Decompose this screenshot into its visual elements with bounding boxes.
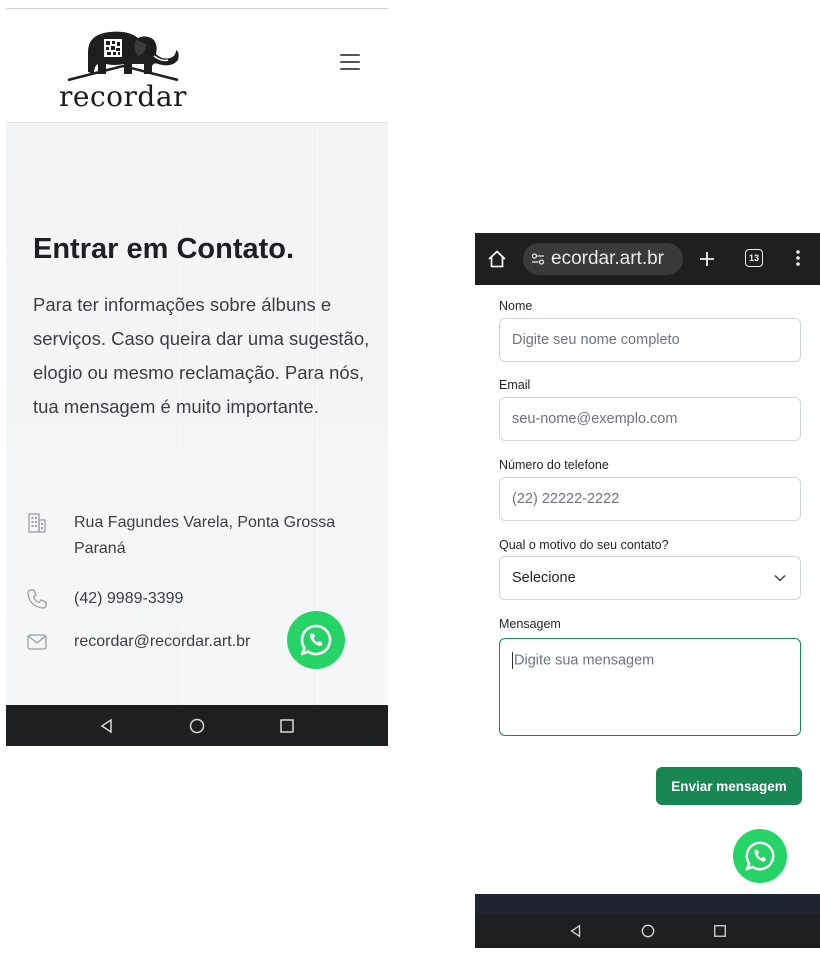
nav-back-button[interactable]	[62, 718, 152, 734]
android-nav-bar	[6, 705, 388, 746]
page-description: Para ter informações sobre álbuns e serv…	[33, 294, 370, 417]
email-input[interactable]: seu-nome@exemplo.com	[499, 397, 801, 441]
whatsapp-icon	[300, 624, 332, 656]
back-icon	[100, 718, 112, 733]
nav-recents-button[interactable]	[684, 924, 756, 938]
tab-count: 13	[748, 253, 759, 263]
reason-select[interactable]: Selecione	[499, 556, 801, 600]
phone-text: (42) 9989-3399	[74, 590, 184, 607]
name-label: Nome	[499, 299, 533, 313]
nav-recents-button[interactable]	[242, 718, 332, 734]
message-label: Mensagem	[499, 617, 561, 631]
page-title: Entrar em Contato.	[33, 233, 295, 265]
android-nav-bar	[475, 914, 820, 948]
email-placeholder: seu-nome@exemplo.com	[512, 411, 678, 427]
address-text: Rua Fagundes Varela, Ponta Grossa Paraná	[74, 514, 336, 557]
email-row[interactable]: recordar@recordar.art.br	[26, 629, 250, 655]
reason-selected: Selecione	[512, 570, 576, 586]
browser-toolbar: ecordar.art.br 13	[475, 233, 820, 285]
whatsapp-button[interactable]	[287, 611, 345, 669]
address-row: Rua Fagundes Varela, Ponta Grossa Paraná	[26, 510, 364, 562]
right-phone-screen: ecordar.art.br 13 Nome Digite seu nome c…	[475, 233, 820, 948]
home-icon	[189, 718, 205, 733]
contact-section: Entrar em Contato. Para ter informações …	[6, 123, 388, 705]
message-textarea[interactable]: Digite sua mensagem	[499, 638, 801, 736]
recents-icon	[713, 925, 726, 937]
envelope-icon	[27, 634, 47, 650]
elephant-logo-icon	[67, 31, 179, 82]
building-icon	[28, 513, 46, 533]
nav-home-button[interactable]	[152, 718, 242, 734]
send-message-button[interactable]: Enviar mensagem	[656, 767, 802, 805]
phone-placeholder: (22) 22222-2222	[512, 491, 620, 507]
reason-label: Qual o motivo do seu contato?	[499, 538, 669, 552]
recents-icon	[280, 718, 294, 733]
phone-icon	[27, 589, 47, 609]
logo-wordmark: recordar	[59, 80, 187, 113]
left-phone-screen: recordar Entrar em Contato. Para ter inf…	[6, 8, 388, 746]
phone-input[interactable]: (22) 22222-2222	[499, 477, 801, 521]
text-caret	[512, 652, 513, 669]
more-icon[interactable]	[795, 248, 801, 268]
nav-home-button[interactable]	[612, 924, 684, 938]
email-label: Email	[499, 378, 531, 392]
email-text: recordar@recordar.art.br	[74, 633, 251, 650]
nav-back-button[interactable]	[540, 924, 612, 938]
name-placeholder: Digite seu nome completo	[512, 332, 680, 348]
new-tab-icon[interactable]	[697, 249, 717, 269]
tabs-button[interactable]: 13	[745, 249, 763, 267]
phone-row[interactable]: (42) 9989-3399	[26, 586, 183, 612]
hamburger-icon	[340, 54, 360, 56]
top-divider	[6, 8, 388, 9]
hamburger-menu-button[interactable]	[340, 54, 360, 70]
chevron-down-icon	[774, 574, 786, 582]
message-placeholder: Digite sua mensagem	[514, 652, 655, 669]
footer-strip	[475, 894, 820, 914]
home-icon	[641, 924, 654, 938]
phone-label: Número do telefone	[499, 458, 609, 472]
whatsapp-button[interactable]	[733, 829, 787, 883]
url-text: ecordar.art.br	[551, 248, 664, 269]
back-icon	[569, 924, 580, 938]
name-input[interactable]: Digite seu nome completo	[499, 318, 801, 362]
recordar-logo[interactable]: recordar	[58, 22, 188, 114]
address-bar[interactable]: ecordar.art.br	[523, 243, 683, 275]
whatsapp-icon	[745, 841, 775, 871]
site-settings-icon[interactable]	[531, 252, 545, 266]
home-icon[interactable]	[487, 249, 507, 269]
